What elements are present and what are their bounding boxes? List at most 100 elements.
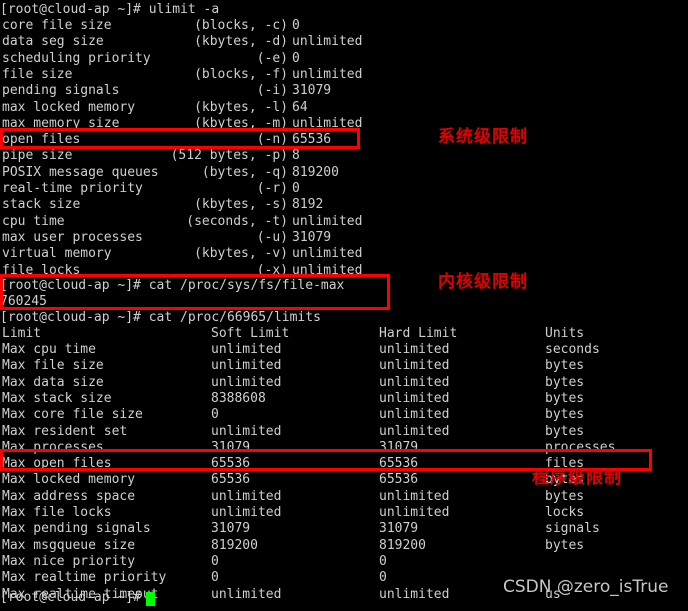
hard-limit-value: unlimited [379,342,450,357]
units-value: bytes [545,374,585,390]
ulimit-value: 0 [292,50,300,66]
ulimit-resource-name: max user processes [2,229,143,245]
ulimit-flag: (kbytes, -s) [194,197,288,213]
ulimit-value: unlimited [292,246,363,262]
ulimit-flag: (-u) [256,229,288,245]
limit-name: Max cpu time [2,342,96,357]
hard-limit-value: 31079 [379,521,419,537]
ulimit-value: unlimited [292,115,363,131]
ulimit-value: 819200 [292,164,339,180]
ulimit-resource-name: pending signals [2,83,120,99]
ulimit-resource-name: open files [2,132,81,148]
header-hard-limit: Hard Limit [379,326,458,341]
ulimit-resource-name: data seg size [2,34,104,50]
limit-name: Max file size [2,358,104,374]
soft-limit-value: unlimited [211,586,282,602]
header-units: Units [545,326,585,341]
command-line-file-max: [root@cloud-ap ~]# cat /proc/sys/fs/file… [0,278,344,294]
command-ulimit: ulimit -a [148,2,220,17]
prompt-text: [root@cloud-ap ~]# [0,590,149,605]
units-value: bytes [545,423,585,439]
hard-limit-value: 31079 [379,439,419,455]
limit-name: Max data size [2,374,104,390]
ulimit-flag: (512 bytes, -p) [170,148,288,164]
limit-name: Max locked memory [2,472,136,488]
header-soft-limit: Soft Limit [211,326,290,341]
hard-limit-value: unlimited [379,488,450,504]
soft-limit-value: unlimited [211,374,282,390]
ulimit-value: 31079 [292,229,332,245]
limit-name: Max nice priority [2,553,136,569]
ulimit-flag: (kbytes, -d) [194,34,288,50]
ulimit-value: 64 [292,99,308,115]
hard-limit-value: unlimited [379,390,450,406]
ulimit-resource-name: pipe size [2,148,73,164]
soft-limit-value: 65536 [211,456,251,472]
ulimit-value: 0 [292,18,300,33]
limit-name: Max msgqueue size [2,537,136,553]
hard-limit-value: unlimited [379,358,450,374]
ulimit-resource-name: stack size [2,197,81,213]
soft-limit-value: 8388608 [211,390,266,406]
units-value: seconds [545,342,600,357]
block-cursor [146,592,155,606]
soft-limit-value: 65536 [211,472,251,488]
ulimit-flag: (-e) [256,50,288,66]
ulimit-flag: (kbytes, -v) [194,246,288,262]
soft-limit-value: unlimited [211,342,282,357]
soft-limit-value: 0 [211,553,219,569]
command-file-max: cat /proc/sys/fs/file-max [148,278,345,293]
file-max-value: 760245 [0,294,47,309]
ulimit-value: unlimited [292,34,363,50]
ulimit-flag: (bytes, -q) [201,164,288,180]
ulimit-value: unlimited [292,262,363,278]
limit-name: Max resident set [2,423,128,439]
ulimit-value: 0 [292,181,300,196]
ulimit-flag: (kbytes, -l) [194,99,288,115]
ulimit-resource-name: scheduling priority [2,50,151,66]
hard-limit-value: 65536 [379,472,419,488]
limit-name: Max processes [2,439,104,455]
units-value: bytes [545,407,585,423]
ulimit-flag: (-n) [256,132,288,148]
ulimit-value: 8192 [292,197,324,213]
ulimit-value: 8 [292,148,300,164]
hard-limit-value: unlimited [379,407,450,423]
header-limit: Limit [2,326,42,341]
units-value: bytes [545,390,585,406]
annotation-process-level: 程序级限制 [532,468,622,488]
ulimit-resource-name: file size [2,66,73,82]
ulimit-flag: (seconds, -t) [186,213,288,229]
units-value: bytes [545,358,585,374]
command-line-final: [root@cloud-ap ~]# [0,590,149,606]
ulimit-value: 31079 [292,83,332,99]
ulimit-resource-name: file locks [2,262,81,278]
terminal-window[interactable]: [root@cloud-ap ~]# ulimit -a core file s… [0,0,688,611]
units-value: locks [545,505,585,520]
annotation-kernel-level: 内核级限制 [438,272,528,292]
prompt-text: [root@cloud-ap ~]# [0,310,149,325]
ulimit-flag: (-i) [256,83,288,99]
limit-name: Max file locks [2,505,112,520]
ulimit-flag: (-x) [256,262,288,278]
limit-name: Max pending signals [2,521,151,537]
prompt-text: [root@cloud-ap ~]# [0,2,149,17]
hard-limit-value: unlimited [379,423,450,439]
watermark: CSDN @zero_isTrue [503,577,669,597]
ulimit-value: unlimited [292,66,363,82]
soft-limit-value: unlimited [211,488,282,504]
soft-limit-value: 31079 [211,521,251,537]
hard-limit-value: 0 [379,570,387,586]
limit-name: Max open files [2,456,112,472]
soft-limit-value: 0 [211,407,219,423]
hard-limit-value: unlimited [379,586,450,602]
ulimit-resource-name: POSIX message queues [2,164,159,180]
annotation-system-level: 系统级限制 [438,127,528,147]
hard-limit-value: 0 [379,553,387,569]
hard-limit-value: 65536 [379,456,419,472]
units-value: bytes [545,488,585,504]
units-value: processes [545,439,616,455]
soft-limit-value: unlimited [211,358,282,374]
ulimit-flag: (-r) [256,181,288,196]
command-line-proc-limits: [root@cloud-ap ~]# cat /proc/66965/limit… [0,310,321,326]
